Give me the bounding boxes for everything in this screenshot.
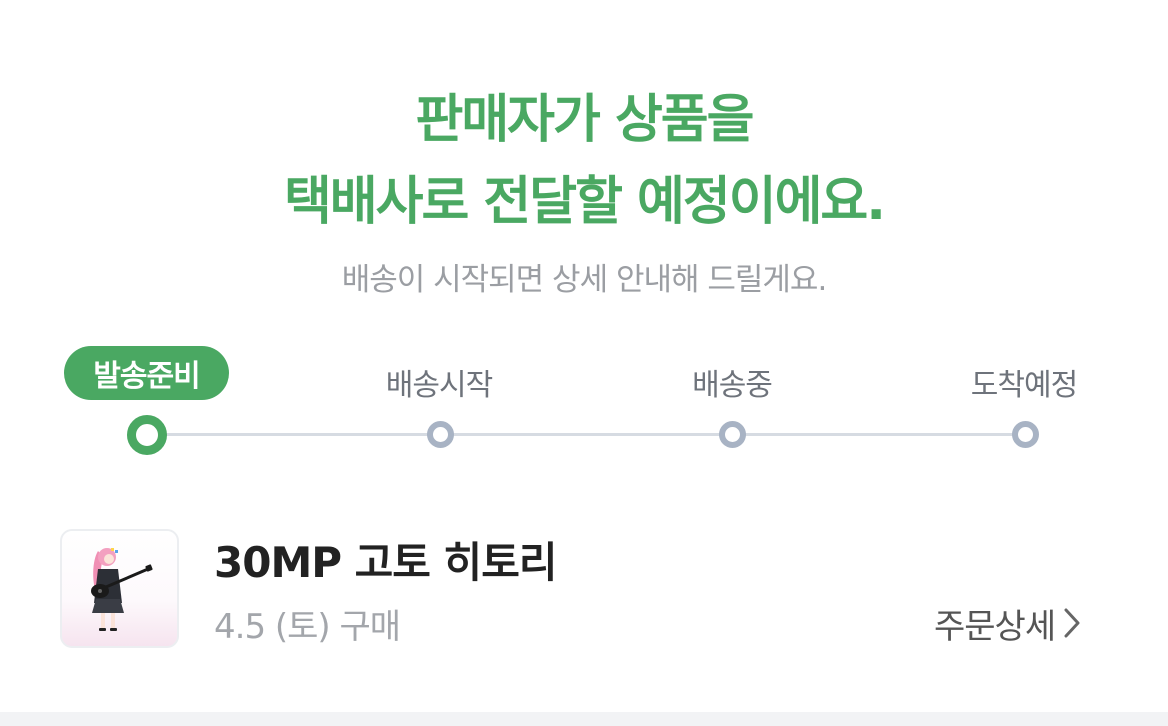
product-thumbnail[interactable] — [60, 529, 179, 648]
status-headline-line1: 판매자가 상품을 — [415, 90, 755, 150]
step-label-preparing: 발송준비 — [64, 346, 229, 400]
order-detail-link[interactable]: 주문상세 — [934, 598, 1081, 648]
step-dot-preparing — [127, 415, 167, 455]
section-divider — [0, 712, 1168, 726]
progress-track — [147, 433, 1025, 436]
chevron-right-icon — [1063, 607, 1081, 639]
step-label-arrival-expected: 도착예정 — [970, 368, 1078, 403]
status-headline-line2: 택배사로 전달할 예정이에요. — [283, 172, 886, 232]
step-label-in-transit: 배송중 — [692, 368, 773, 403]
status-subtext: 배송이 시작되면 상세 안내해 드릴게요. — [341, 262, 828, 298]
delivery-status-card: 판매자가 상품을 택배사로 전달할 예정이에요. 배송이 시작되면 상세 안내해… — [0, 0, 1168, 712]
step-dot-arrival-expected — [1012, 421, 1039, 448]
product-purchase-date: 4.5 (토) 구매 — [214, 607, 401, 647]
step-label-shipping-started: 배송시작 — [385, 368, 493, 403]
step-dot-in-transit — [719, 421, 746, 448]
figure-thumbnail-icon — [91, 548, 153, 631]
step-dot-shipping-started — [427, 421, 454, 448]
order-detail-label: 주문상세 — [934, 606, 1056, 647]
product-title: 30MP 고토 히토리 — [214, 538, 557, 587]
